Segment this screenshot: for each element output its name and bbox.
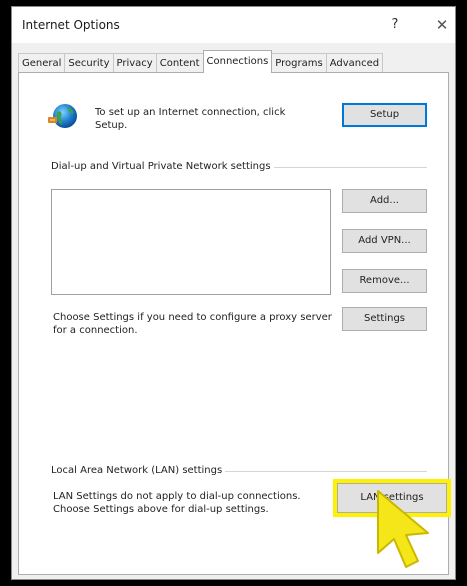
globe-icon: [48, 104, 77, 128]
window-title: Internet Options: [22, 18, 120, 32]
connections-list[interactable]: [51, 189, 331, 295]
lan-group-label: Local Area Network (LAN) settings: [51, 465, 226, 476]
remove-button[interactable]: Remove...: [342, 269, 427, 293]
cursor-icon: [377, 490, 429, 568]
tab-privacy[interactable]: Privacy: [112, 53, 157, 73]
settings-button[interactable]: Settings: [342, 307, 427, 331]
add-vpn-button[interactable]: Add VPN...: [342, 229, 427, 253]
tab-strip: General Security Privacy Content Connect…: [18, 50, 384, 73]
setup-description: To set up an Internet connection, click …: [95, 107, 286, 131]
tab-advanced[interactable]: Advanced: [325, 53, 384, 73]
title-bar: Internet Options ? ✕: [12, 7, 455, 43]
close-button[interactable]: ✕: [432, 15, 452, 35]
tab-general[interactable]: General: [18, 53, 66, 73]
tab-programs[interactable]: Programs: [271, 53, 327, 73]
tab-content[interactable]: Content: [155, 53, 204, 73]
dialup-group-label: Dial-up and Virtual Private Network sett…: [51, 161, 274, 172]
internet-options-dialog: Internet Options ? ✕ General Security Pr…: [11, 6, 456, 580]
setup-button[interactable]: Setup: [342, 103, 427, 127]
lan-description: LAN Settings do not apply to dial-up con…: [53, 491, 301, 515]
help-button[interactable]: ?: [383, 15, 407, 35]
tab-connections[interactable]: Connections: [202, 50, 273, 73]
proxy-description: Choose Settings if you need to configure…: [53, 312, 332, 336]
tab-security[interactable]: Security: [64, 53, 114, 73]
add-button[interactable]: Add...: [342, 189, 427, 213]
